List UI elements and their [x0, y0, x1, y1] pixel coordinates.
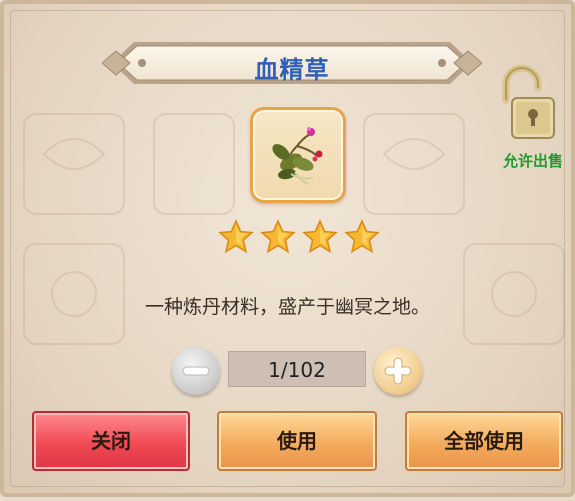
- item-description: 一种炼丹材料，盛产于幽冥之地。: [144, 296, 430, 318]
- item-name-title: 血精草: [254, 56, 330, 84]
- quantity-decrease-button[interactable]: [172, 347, 220, 395]
- blood-herb-icon: [272, 127, 323, 185]
- item-icon-frame: [250, 107, 346, 203]
- sell-permission-label: 允许出售: [502, 152, 563, 170]
- title-banner: 血精草: [101, 38, 483, 88]
- star-icon: [218, 219, 254, 254]
- star-icon: [344, 219, 380, 254]
- star-icon: [302, 219, 338, 254]
- plus-icon: [384, 357, 412, 385]
- use-button[interactable]: 使用: [217, 411, 377, 471]
- quantity-increase-button[interactable]: [374, 347, 422, 395]
- close-button[interactable]: 关闭: [32, 411, 190, 471]
- minus-icon: [182, 366, 210, 376]
- quantity-field[interactable]: 1/102: [228, 351, 366, 387]
- sell-lock-toggle[interactable]: [492, 64, 558, 144]
- use-all-button[interactable]: 全部使用: [405, 411, 563, 471]
- unlocked-padlock-icon: [502, 64, 555, 139]
- star-icon: [260, 219, 296, 254]
- item-detail-dialog: 血精草 允许出售 一种炼丹材料，盛产于幽冥之地。 1/102 关闭 使用 全部使…: [0, 0, 575, 497]
- rating-stars: [218, 219, 380, 255]
